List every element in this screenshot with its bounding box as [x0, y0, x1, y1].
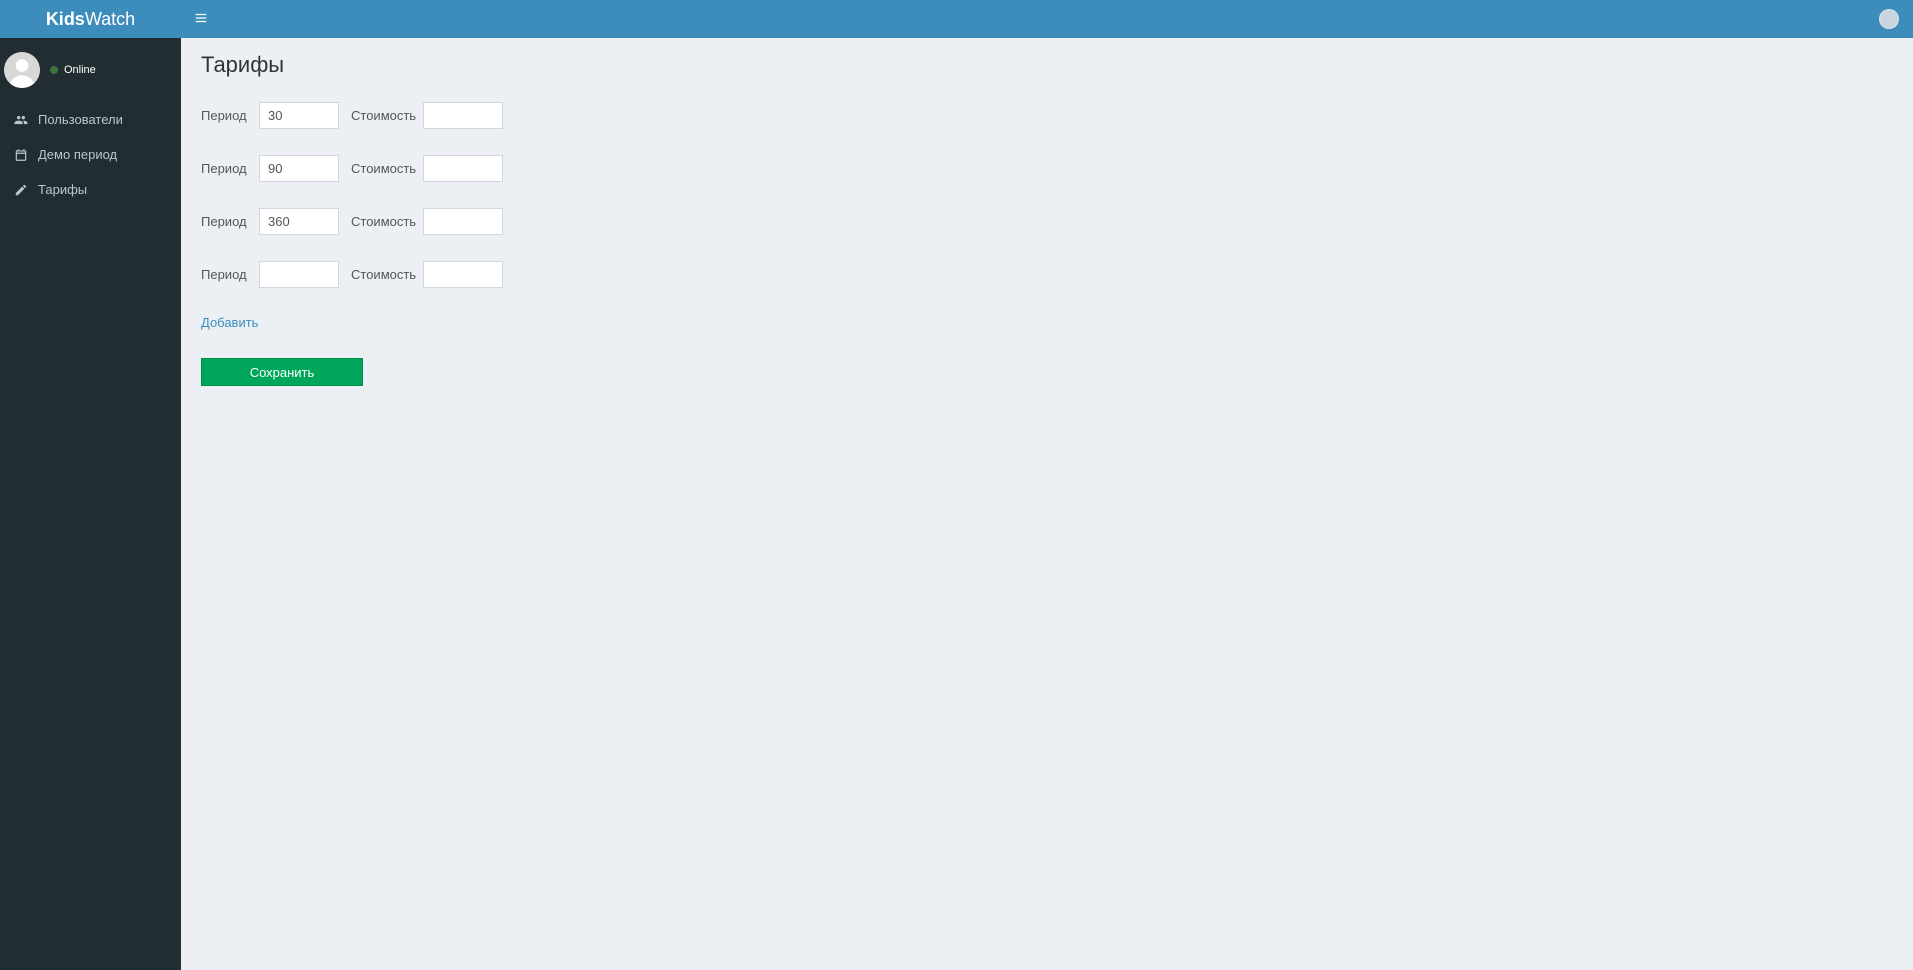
period-input[interactable]: [259, 155, 339, 182]
sidebar-avatar: [4, 52, 40, 88]
user-status-label: Online: [64, 64, 96, 76]
cost-input[interactable]: [423, 261, 503, 288]
save-button[interactable]: Сохранить: [201, 358, 363, 386]
page-title: Тарифы: [201, 52, 1893, 78]
period-input[interactable]: [259, 208, 339, 235]
tariff-row: Период Стоимость: [201, 102, 1893, 129]
calendar-icon: [12, 148, 30, 162]
period-label: Период: [201, 161, 249, 176]
cost-input[interactable]: [423, 102, 503, 129]
brand-bold: Kids: [46, 9, 85, 29]
sidebar-item-label: Демо период: [38, 147, 117, 162]
topbar: KidsWatch: [0, 0, 1913, 38]
sidebar: Online Пользователи Демо период: [0, 38, 181, 970]
tariff-row: Период Стоимость: [201, 261, 1893, 288]
add-tariff-link[interactable]: Добавить: [201, 315, 258, 330]
user-panel: Online: [0, 46, 181, 102]
user-menu-avatar[interactable]: [1879, 9, 1899, 29]
sidebar-item-label: Тарифы: [38, 182, 87, 197]
period-label: Период: [201, 214, 249, 229]
period-input[interactable]: [259, 261, 339, 288]
sidebar-item-tariffs[interactable]: Тарифы: [0, 172, 181, 207]
edit-icon: [12, 183, 30, 197]
sidebar-item-label: Пользователи: [38, 112, 123, 127]
sidebar-item-demo-period[interactable]: Демо период: [0, 137, 181, 172]
period-label: Период: [201, 108, 249, 123]
cost-input[interactable]: [423, 155, 503, 182]
sidebar-item-users[interactable]: Пользователи: [0, 102, 181, 137]
cost-label: Стоимость: [351, 108, 413, 123]
cost-label: Стоимость: [351, 267, 413, 282]
user-status: Online: [50, 64, 96, 76]
sidebar-menu: Пользователи Демо период Тарифы: [0, 102, 181, 207]
users-icon: [12, 113, 30, 127]
tariff-row: Период Стоимость: [201, 208, 1893, 235]
brand-logo[interactable]: KidsWatch: [0, 0, 181, 38]
period-input[interactable]: [259, 102, 339, 129]
menu-toggle-button[interactable]: [181, 0, 221, 38]
cost-label: Стоимость: [351, 161, 413, 176]
cost-label: Стоимость: [351, 214, 413, 229]
brand-rest: Watch: [85, 9, 135, 29]
status-dot-icon: [50, 66, 58, 74]
cost-input[interactable]: [423, 208, 503, 235]
period-label: Период: [201, 267, 249, 282]
hamburger-icon: [194, 11, 208, 28]
tariff-row: Период Стоимость: [201, 155, 1893, 182]
main-content: Тарифы ПериодСтоимостьПериодСтоимостьПер…: [181, 38, 1913, 970]
